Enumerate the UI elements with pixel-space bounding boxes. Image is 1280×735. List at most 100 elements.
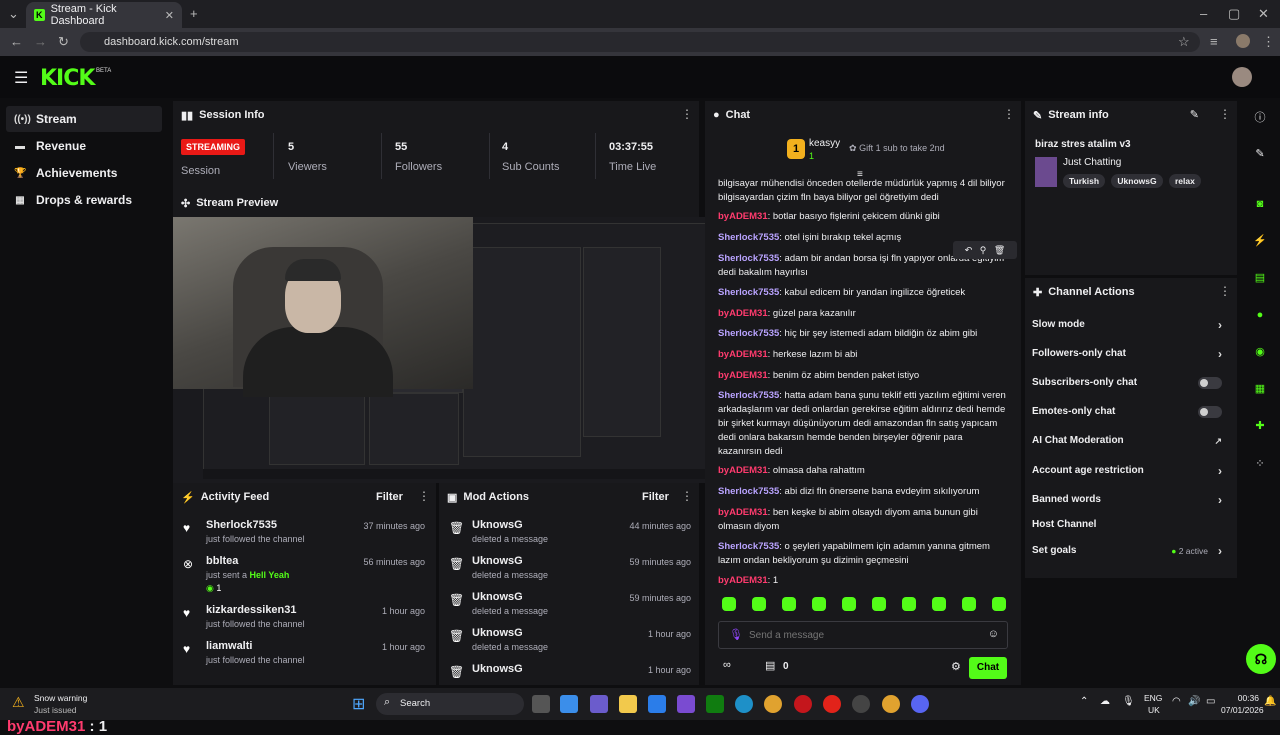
chat-message[interactable]: byADEM31: 1 bbox=[718, 574, 1008, 588]
browser-tab[interactable]: K Stream - Kick Dashboard ✕ bbox=[26, 2, 182, 28]
language-indicator[interactable]: ENG bbox=[1144, 693, 1162, 703]
emote-icon[interactable] bbox=[962, 597, 976, 611]
reload-icon[interactable]: ↻ bbox=[58, 32, 69, 52]
chat-username[interactable]: Sherlock7535 bbox=[718, 232, 779, 243]
support-headset-icon[interactable]: ☊ bbox=[1246, 644, 1276, 674]
url-field[interactable]: dashboard.kick.com/stream bbox=[80, 32, 1200, 52]
sidebar-item-drops[interactable]: ▦ Drops & rewards bbox=[6, 187, 162, 213]
xbox-icon[interactable] bbox=[706, 695, 724, 713]
chat-message[interactable]: Sherlock7535: o şeyleri yapabilmem için … bbox=[718, 540, 1008, 568]
lightning-icon[interactable]: ⚡ bbox=[1250, 231, 1270, 251]
activity-username[interactable]: kizkardessiken31 bbox=[206, 604, 297, 616]
chat-bubble-icon[interactable]: ● bbox=[1250, 305, 1270, 325]
emote-icon[interactable] bbox=[812, 597, 826, 611]
emotes-only-toggle[interactable] bbox=[1198, 406, 1222, 418]
sidebar-item-stream[interactable]: ((•)) Stream bbox=[6, 106, 162, 132]
opera-icon[interactable] bbox=[823, 695, 841, 713]
emote-icon[interactable] bbox=[752, 597, 766, 611]
layout-icon[interactable]: ▦ bbox=[1250, 379, 1270, 399]
category-name[interactable]: Just Chatting bbox=[1063, 157, 1121, 168]
chat-username[interactable]: byADEM31 bbox=[718, 211, 768, 222]
host-channel-row[interactable]: Host Channel bbox=[1032, 515, 1232, 535]
chat-message[interactable]: byADEM31: ben keşke bi abim olsaydı diyo… bbox=[718, 506, 1008, 534]
clock-time[interactable]: 00:36 bbox=[1223, 693, 1259, 703]
sidebar-item-revenue[interactable]: ▬ Revenue bbox=[6, 133, 162, 159]
minimize-icon[interactable]: – bbox=[1200, 4, 1207, 24]
edit-stream-icon[interactable]: ✎ bbox=[1190, 108, 1199, 121]
chat-message[interactable]: Sherlock7535: abi dizi fln önersene bana… bbox=[718, 485, 1008, 499]
chat-message[interactable]: byADEM31: olmasa daha rahattım bbox=[718, 464, 1008, 478]
browser-menu-icon[interactable]: ⋮ bbox=[1262, 32, 1275, 52]
sub-gift-icon[interactable]: ▤ bbox=[765, 659, 775, 672]
chat-username[interactable]: byADEM31 bbox=[718, 370, 768, 381]
chat-username[interactable]: Sherlock7535 bbox=[718, 541, 779, 552]
notes-icon[interactable]: ▤ bbox=[1250, 268, 1270, 288]
chat-username[interactable]: Sherlock7535 bbox=[718, 390, 779, 401]
info-icon[interactable]: ⓘ bbox=[1250, 108, 1270, 128]
bookmark-star-icon[interactable]: ☆ bbox=[1178, 32, 1190, 52]
emote-icon[interactable] bbox=[782, 597, 796, 611]
slow-mode-row[interactable]: Slow mode › bbox=[1032, 315, 1232, 335]
chat-message[interactable]: byADEM31: benim öz abim benden paket ist… bbox=[718, 369, 1008, 383]
chat-username[interactable]: Sherlock7535 bbox=[718, 486, 779, 497]
profile-avatar[interactable] bbox=[1236, 34, 1250, 48]
top-gifter-name[interactable]: keasyy bbox=[809, 138, 840, 149]
wrench-icon[interactable]: ✚ bbox=[1250, 416, 1270, 436]
maximize-icon[interactable]: ▢ bbox=[1228, 4, 1240, 24]
clip-icon[interactable]: ◙ bbox=[1250, 194, 1270, 214]
pencil-icon[interactable]: ✎ bbox=[1250, 144, 1270, 164]
new-tab-icon[interactable]: + bbox=[190, 4, 198, 24]
chrome-icon[interactable] bbox=[764, 695, 782, 713]
chat-username[interactable]: Sherlock7535 bbox=[718, 328, 779, 339]
chat-username[interactable]: byADEM31 bbox=[718, 308, 768, 319]
subscribers-only-toggle[interactable] bbox=[1198, 377, 1222, 389]
delete-icon[interactable]: 🗑 bbox=[994, 245, 1005, 255]
chat-username[interactable]: Sherlock7535 bbox=[718, 287, 779, 298]
stream-info-menu-icon[interactable]: ⋮ bbox=[1219, 107, 1231, 121]
hamburger-menu-icon[interactable]: ☰ bbox=[14, 68, 28, 88]
tray-overflow-icon[interactable]: ⌃ bbox=[1080, 696, 1088, 707]
activity-username[interactable]: bbltea bbox=[206, 555, 238, 567]
chat-username[interactable]: byADEM31 bbox=[718, 575, 768, 586]
ai-moderation-row[interactable]: AI Chat Moderation ↗ bbox=[1032, 431, 1232, 451]
reading-list-icon[interactable]: ≡ bbox=[1210, 32, 1218, 52]
emote-icon[interactable] bbox=[842, 597, 856, 611]
chat-message-input[interactable] bbox=[749, 626, 979, 644]
copilot-icon[interactable] bbox=[560, 695, 578, 713]
mod-username[interactable]: UknowsG bbox=[472, 519, 523, 531]
back-icon[interactable]: ← bbox=[10, 32, 23, 52]
chat-send-button[interactable]: Chat bbox=[969, 657, 1007, 679]
weather-warning-icon[interactable]: ⚠ bbox=[12, 694, 25, 711]
teams-icon[interactable] bbox=[590, 695, 608, 713]
wifi-icon[interactable]: ◠ bbox=[1172, 696, 1181, 707]
onedrive-icon[interactable]: ☁ bbox=[1100, 696, 1110, 707]
more-apps-icon[interactable]: ⁘ bbox=[1250, 454, 1270, 474]
chat-message[interactable]: Sherlock7535: kabul edicem bir yandan in… bbox=[718, 286, 1008, 300]
volume-icon[interactable]: 🔊 bbox=[1188, 696, 1200, 707]
file-explorer-icon[interactable] bbox=[619, 695, 637, 713]
notifications-icon[interactable]: 🔔 bbox=[1264, 696, 1276, 707]
chat-username[interactable]: Sherlock7535 bbox=[718, 253, 779, 264]
chat-menu-icon[interactable]: ⋮ bbox=[1003, 107, 1015, 121]
forward-icon[interactable]: → bbox=[34, 32, 47, 52]
chat-message[interactable]: Sherlock7535: hatta adam bana şunu tekli… bbox=[718, 389, 1008, 459]
close-tab-icon[interactable]: ✕ bbox=[165, 9, 174, 22]
tab-search-icon[interactable]: ⌄ bbox=[8, 4, 19, 24]
taskbar-search-box[interactable]: ⌕ Search bbox=[376, 693, 524, 715]
chat-message[interactable]: byADEM31: herkese lazım bi abi bbox=[718, 348, 1008, 362]
chat-message[interactable]: byADEM31: güzel para kazanılır bbox=[718, 307, 1008, 321]
obs-icon[interactable] bbox=[852, 695, 870, 713]
opera-gx-icon[interactable] bbox=[794, 695, 812, 713]
close-window-icon[interactable]: ✕ bbox=[1258, 4, 1269, 24]
gift-sub-text[interactable]: ✿ Gift 1 sub to take 2nd bbox=[849, 143, 945, 154]
activity-username[interactable]: liamwalti bbox=[206, 640, 252, 652]
mod-filter-button[interactable]: Filter bbox=[642, 491, 669, 503]
microphone-icon[interactable]: 🎙 bbox=[729, 628, 743, 641]
emoji-icon[interactable]: ☺ bbox=[988, 628, 999, 640]
chat-username[interactable]: byADEM31 bbox=[718, 349, 768, 360]
chat-username[interactable]: byADEM31 bbox=[718, 507, 768, 518]
app-icon[interactable] bbox=[677, 695, 695, 713]
battery-icon[interactable]: ▭ bbox=[1206, 696, 1215, 707]
broadcast-icon[interactable]: ◉ bbox=[1250, 342, 1270, 362]
chat-message[interactable]: byADEM31: botlar basıyo fişlerini çekice… bbox=[718, 210, 1008, 224]
